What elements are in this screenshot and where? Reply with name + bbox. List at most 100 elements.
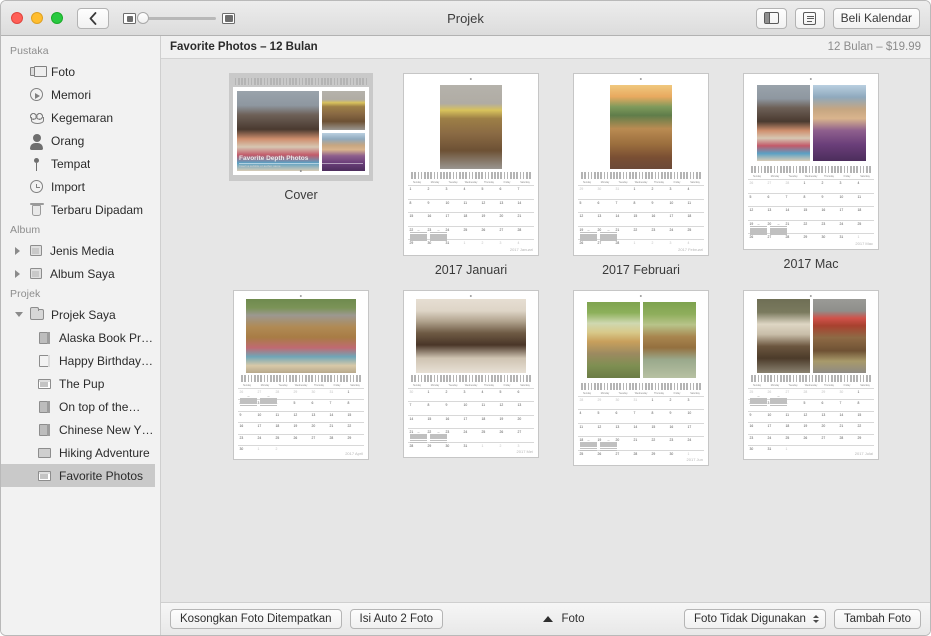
page-photo[interactable]: [610, 84, 672, 169]
calendar-day-cell[interactable]: 11: [274, 412, 292, 423]
calendar-day-cell[interactable]: 19: [802, 423, 820, 434]
sidebar-item-chinese-new-y[interactable]: Chinese New Y…: [1, 418, 160, 441]
calendar-day-cell[interactable]: 13: [820, 412, 838, 423]
calendar-day-cell[interactable]: 27: [784, 389, 802, 400]
calendar-day-cell[interactable]: 27: [766, 180, 784, 193]
calendar-day-cell[interactable]: 23: [238, 435, 256, 446]
calendar-day-cell[interactable]: 29: [408, 240, 426, 253]
calendar-day-cell[interactable]: 6: [516, 389, 534, 402]
page-photo[interactable]: [246, 298, 356, 373]
calendar-day-cell[interactable]: 9: [748, 412, 766, 423]
page-photo-2[interactable]: [812, 85, 866, 161]
calendar-day-cell[interactable]: 15: [632, 213, 650, 226]
calendar-day-cell[interactable]: 9: [426, 200, 444, 213]
calendar-day-cell[interactable]: 25: [748, 389, 766, 400]
calendar-day-cell[interactable]: 28: [632, 451, 650, 464]
calendar-day-cell[interactable]: 3: [444, 186, 462, 199]
page-photo-2[interactable]: [642, 301, 696, 378]
clear-placed-photos-button[interactable]: Kosongkan Foto Ditempatkan: [170, 609, 342, 629]
page-photo-1[interactable]: [586, 301, 640, 378]
minimize-button[interactable]: [31, 12, 43, 24]
page-photo[interactable]: [416, 298, 526, 373]
calendar-day-cell[interactable]: 12: [748, 207, 766, 220]
calendar-day-cell[interactable]: 29: [578, 186, 596, 199]
calendar-day-cell[interactable]: 11: [686, 200, 704, 213]
calendar-day-cell[interactable]: 19: [292, 423, 310, 434]
calendar-day-cell[interactable]: 1: [632, 240, 650, 253]
calendar-day-cell[interactable]: 27: [256, 389, 274, 400]
calendar-day-cell[interactable]: 21: [408, 429, 426, 442]
calendar-day-cell[interactable]: 2: [748, 400, 766, 411]
calendar-day-cell[interactable]: 28: [274, 389, 292, 400]
close-button[interactable]: [11, 12, 23, 24]
calendar-day-cell[interactable]: 14: [838, 412, 856, 423]
calendar-day-cell[interactable]: 31: [462, 443, 480, 456]
calendar-day-cell[interactable]: 8: [650, 410, 668, 423]
calendar-day-cell[interactable]: 28: [578, 397, 596, 410]
calendar-day-cell[interactable]: 11: [784, 412, 802, 423]
calendar-day-cell[interactable]: 18: [462, 213, 480, 226]
page-photo-2[interactable]: [812, 298, 866, 373]
calendar-day-cell[interactable]: 7: [784, 194, 802, 207]
calendar-page-cell[interactable]: Sunday Monday Tuesday Wednesday Thursday Frid…: [726, 73, 896, 277]
calendar-day-cell[interactable]: 23: [444, 429, 462, 442]
calendar-day-cell[interactable]: 14: [408, 416, 426, 429]
calendar-day-cell[interactable]: 19: [596, 437, 614, 450]
page-photo-1[interactable]: [756, 85, 810, 161]
photo-tray-toggle[interactable]: Foto: [542, 613, 585, 625]
calendar-day-cell[interactable]: 9: [444, 402, 462, 415]
calendar-day-cell[interactable]: 26: [802, 435, 820, 446]
calendar-day-cell[interactable]: 25: [686, 227, 704, 240]
calendar-day-cell[interactable]: 30: [748, 446, 766, 457]
calendar-day-cell[interactable]: 16: [748, 423, 766, 434]
calendar-day-cell[interactable]: 1: [256, 446, 274, 457]
cover-photo-1[interactable]: [322, 91, 365, 130]
calendar-day-cell[interactable]: 5: [578, 200, 596, 213]
calendar-day-cell[interactable]: 16: [444, 416, 462, 429]
calendar-month-page[interactable]: Sunday Monday Tuesday Wednesday Thursday Frid…: [573, 289, 709, 466]
sidebar-item-on-top-of-the[interactable]: On top of the…: [1, 395, 160, 418]
calendar-page-cell[interactable]: Sunday Monday Tuesday Wednesday Thursday Frid…: [386, 73, 556, 277]
calendar-day-cell[interactable]: 22: [650, 437, 668, 450]
calendar-day-cell[interactable]: 8: [802, 194, 820, 207]
calendar-day-cell[interactable]: 20: [820, 423, 838, 434]
calendar-day-cell[interactable]: 5: [480, 186, 498, 199]
photo-filter-popup[interactable]: Foto Tidak Digunakan: [683, 609, 826, 629]
calendar-day-cell[interactable]: 13: [310, 412, 328, 423]
calendar-page-cell[interactable]: Sunday Monday Tuesday Wednesday Thursday Frid…: [556, 289, 726, 466]
calendar-day-cell[interactable]: 27: [596, 240, 614, 253]
calendar-day-cell[interactable]: 18: [784, 423, 802, 434]
info-panel-button[interactable]: [794, 7, 825, 29]
calendar-day-cell[interactable]: 23: [426, 227, 444, 240]
calendar-page-cell[interactable]: Sunday Monday Tuesday Wednesday Thursday Frid…: [726, 289, 896, 467]
calendar-day-cell[interactable]: 20: [310, 423, 328, 434]
calendar-day-cell[interactable]: 17: [766, 423, 784, 434]
calendar-day-cell[interactable]: [838, 446, 856, 457]
calendar-day-cell[interactable]: 24: [766, 435, 784, 446]
calendar-day-cell[interactable]: 30: [668, 451, 686, 464]
calendar-day-cell[interactable]: 28: [614, 240, 632, 253]
calendar-day-cell[interactable]: 24: [668, 227, 686, 240]
calendar-day-cell[interactable]: 15: [802, 207, 820, 220]
zoom-button[interactable]: [51, 12, 63, 24]
calendar-day-cell[interactable]: 8: [856, 400, 874, 411]
sidebar-item-jenis-media[interactable]: Jenis Media: [1, 239, 160, 262]
calendar-day-cell[interactable]: 9: [238, 412, 256, 423]
calendar-day-cell[interactable]: 18: [480, 416, 498, 429]
calendar-day-cell[interactable]: 15: [650, 424, 668, 437]
calendar-day-cell[interactable]: 10: [444, 200, 462, 213]
calendar-day-cell[interactable]: 5: [498, 389, 516, 402]
sidebar-item-terbaru-dipadam[interactable]: Terbaru Dipadam: [1, 198, 160, 221]
calendar-day-cell[interactable]: 5: [802, 400, 820, 411]
calendar-day-cell[interactable]: 18: [856, 207, 874, 220]
calendar-month-page[interactable]: Sunday Monday Tuesday Wednesday Thursday Frid…: [403, 289, 539, 458]
calendar-day-cell[interactable]: 23: [748, 435, 766, 446]
calendar-day-cell[interactable]: 26: [498, 429, 516, 442]
calendar-day-cell[interactable]: 4: [480, 389, 498, 402]
sidebar-item-tempat[interactable]: Tempat: [1, 152, 160, 175]
calendar-page-cell[interactable]: Sunday Monday Tuesday Wednesday Thursday Frid…: [216, 289, 386, 467]
calendar-day-cell[interactable]: 18: [686, 213, 704, 226]
calendar-day-cell[interactable]: 5: [596, 410, 614, 423]
calendar-day-cell[interactable]: 28: [802, 389, 820, 400]
calendar-day-cell[interactable]: 23: [668, 437, 686, 450]
